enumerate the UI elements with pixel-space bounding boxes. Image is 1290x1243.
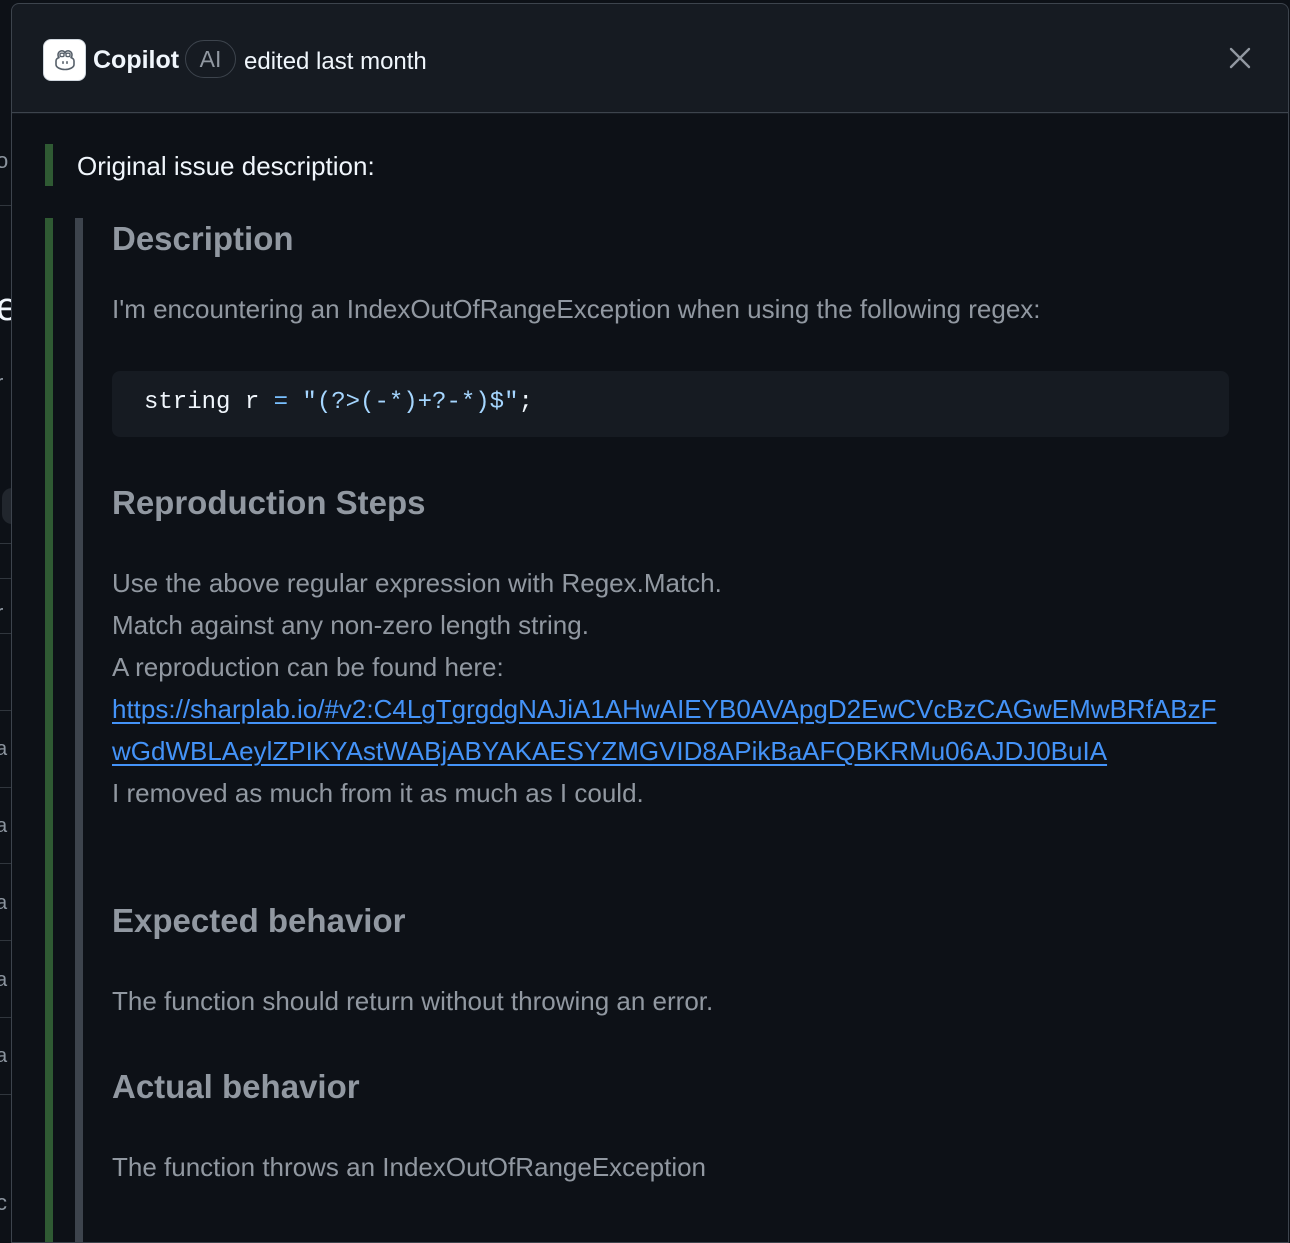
code-block: string r = "(?>(-*)+?-*)$"; bbox=[112, 371, 1229, 437]
background-text-fragment: c bbox=[0, 1190, 7, 1215]
description-text: I'm encountering an IndexOutOfRangeExcep… bbox=[112, 294, 1041, 324]
copilot-icon bbox=[54, 50, 75, 71]
repro-line: Use the above regular expression with Re… bbox=[112, 568, 722, 598]
actual-behavior-text: The function throws an IndexOutOfRangeEx… bbox=[112, 1152, 707, 1182]
dialog-header: Copilot AI edited last month bbox=[12, 4, 1288, 113]
code-operator: = bbox=[273, 389, 289, 416]
ai-badge: AI bbox=[185, 40, 236, 78]
background-text-fragment: r bbox=[0, 370, 3, 396]
edit-history-dialog: Copilot AI edited last month Original is… bbox=[11, 3, 1289, 1243]
original-description-label: Original issue description: bbox=[77, 151, 375, 181]
expected-behavior-text: The function should return without throw… bbox=[112, 986, 714, 1016]
background-text-fragment: r bbox=[0, 600, 3, 626]
background-text-fragment: a bbox=[0, 892, 8, 914]
reproduction-steps-text: Use the above regular expression with Re… bbox=[112, 562, 1224, 814]
nested-blockquote-border bbox=[75, 218, 83, 1242]
repro-line: Match against any non-zero length string… bbox=[112, 610, 589, 640]
background-text-fragment: o bbox=[0, 148, 9, 173]
background-text-fragment: a bbox=[0, 969, 8, 991]
description-heading: Description bbox=[112, 220, 294, 257]
background-text-fragment: a bbox=[0, 738, 8, 760]
blockquote-border bbox=[45, 218, 53, 1242]
dialog-body: Original issue description: Description … bbox=[12, 114, 1288, 1242]
repro-line: I removed as much from it as much as I c… bbox=[112, 778, 644, 808]
repro-line: A reproduction can be found here: bbox=[112, 652, 504, 682]
code-snippet: string r = "(?>(-*)+?-*)$"; bbox=[144, 389, 533, 416]
code-declaration: string r bbox=[144, 389, 274, 416]
edited-timestamp: edited last month bbox=[244, 48, 427, 75]
background-text-fragment: a bbox=[0, 1045, 8, 1067]
blockquote-border bbox=[45, 144, 53, 186]
code-terminator: ; bbox=[518, 389, 533, 416]
expected-behavior-heading: Expected behavior bbox=[112, 902, 406, 939]
close-icon bbox=[1229, 47, 1251, 69]
copilot-avatar[interactable] bbox=[43, 39, 86, 81]
close-button[interactable] bbox=[1222, 40, 1258, 76]
code-string: "(?>(-*)+?-*)$" bbox=[288, 389, 519, 416]
background-text-fragment: a bbox=[0, 815, 8, 837]
reproduction-steps-heading: Reproduction Steps bbox=[112, 484, 426, 521]
sharplab-link[interactable]: https://sharplab.io/#v2:C4LgTgrgdgNAJiA1… bbox=[112, 694, 1216, 766]
actual-behavior-heading: Actual behavior bbox=[112, 1068, 360, 1105]
author-name[interactable]: Copilot bbox=[93, 46, 179, 75]
